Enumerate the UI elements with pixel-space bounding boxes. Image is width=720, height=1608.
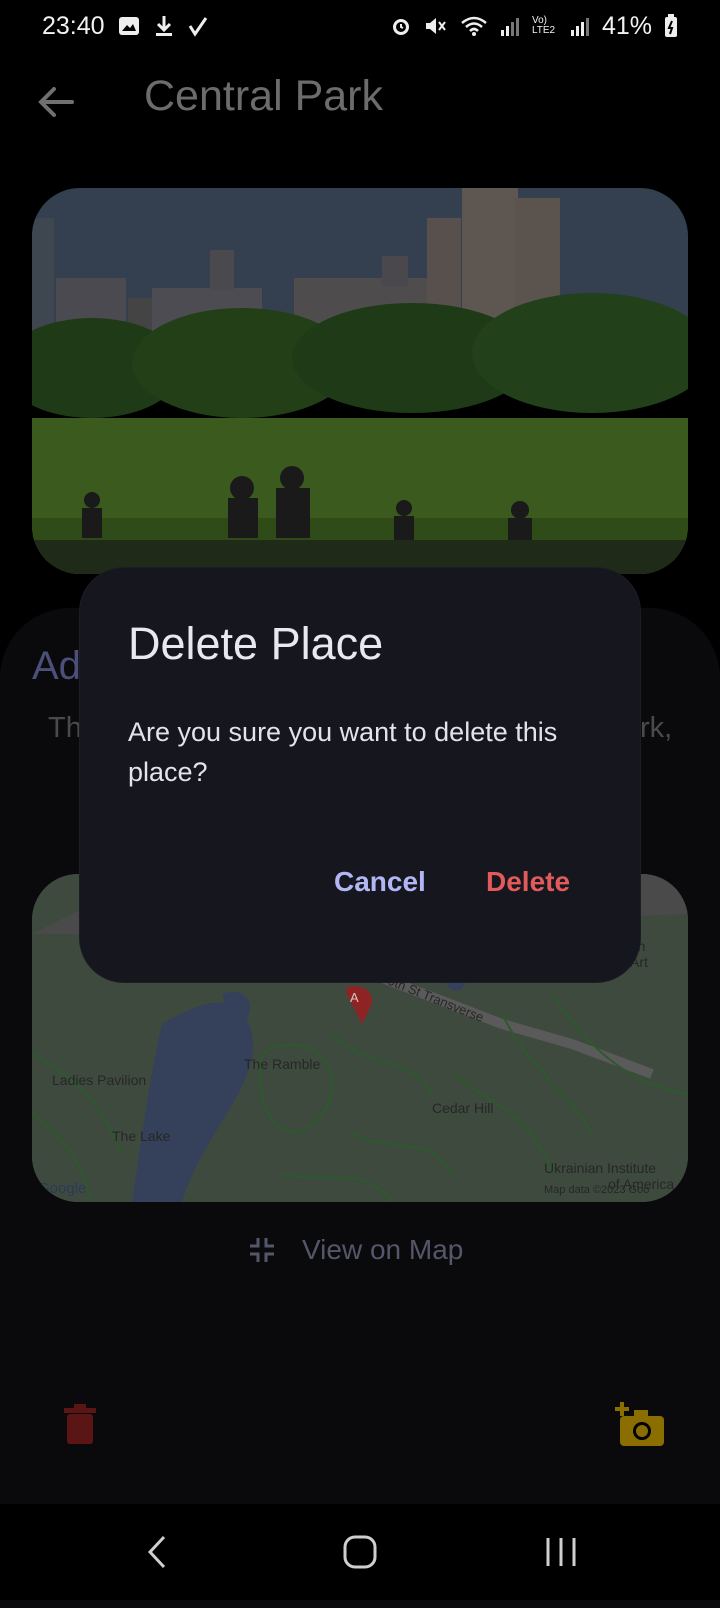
dialog-title: Delete Place <box>128 618 384 669</box>
nav-back-icon[interactable] <box>144 1534 172 1570</box>
nav-home-icon[interactable] <box>342 1534 378 1570</box>
volte-icon: Vo) LTE2 <box>531 15 556 36</box>
nav-recents-icon[interactable] <box>544 1534 578 1570</box>
wifi-icon <box>461 16 487 36</box>
delete-button[interactable]: Delete <box>486 866 570 898</box>
delete-place-dialog: Delete Place Are you sure you want to de… <box>80 568 640 982</box>
system-nav-bar <box>0 1504 720 1600</box>
cancel-button[interactable]: Cancel <box>334 866 426 898</box>
mute-icon <box>425 18 446 34</box>
download-icon <box>155 16 172 36</box>
signal-icon <box>500 18 519 36</box>
battery-icon <box>665 14 677 37</box>
status-bar: 23:40 Vo) LTE2 41% <box>0 0 720 52</box>
signal-icon <box>570 18 589 36</box>
dialog-message: Are you sure you want to delete this pla… <box>128 717 558 787</box>
alarm-icon <box>392 19 409 35</box>
clock: 23:40 <box>42 11 105 40</box>
check-icon <box>188 17 207 37</box>
battery-percent: 41% <box>601 11 652 40</box>
image-icon <box>118 17 139 35</box>
